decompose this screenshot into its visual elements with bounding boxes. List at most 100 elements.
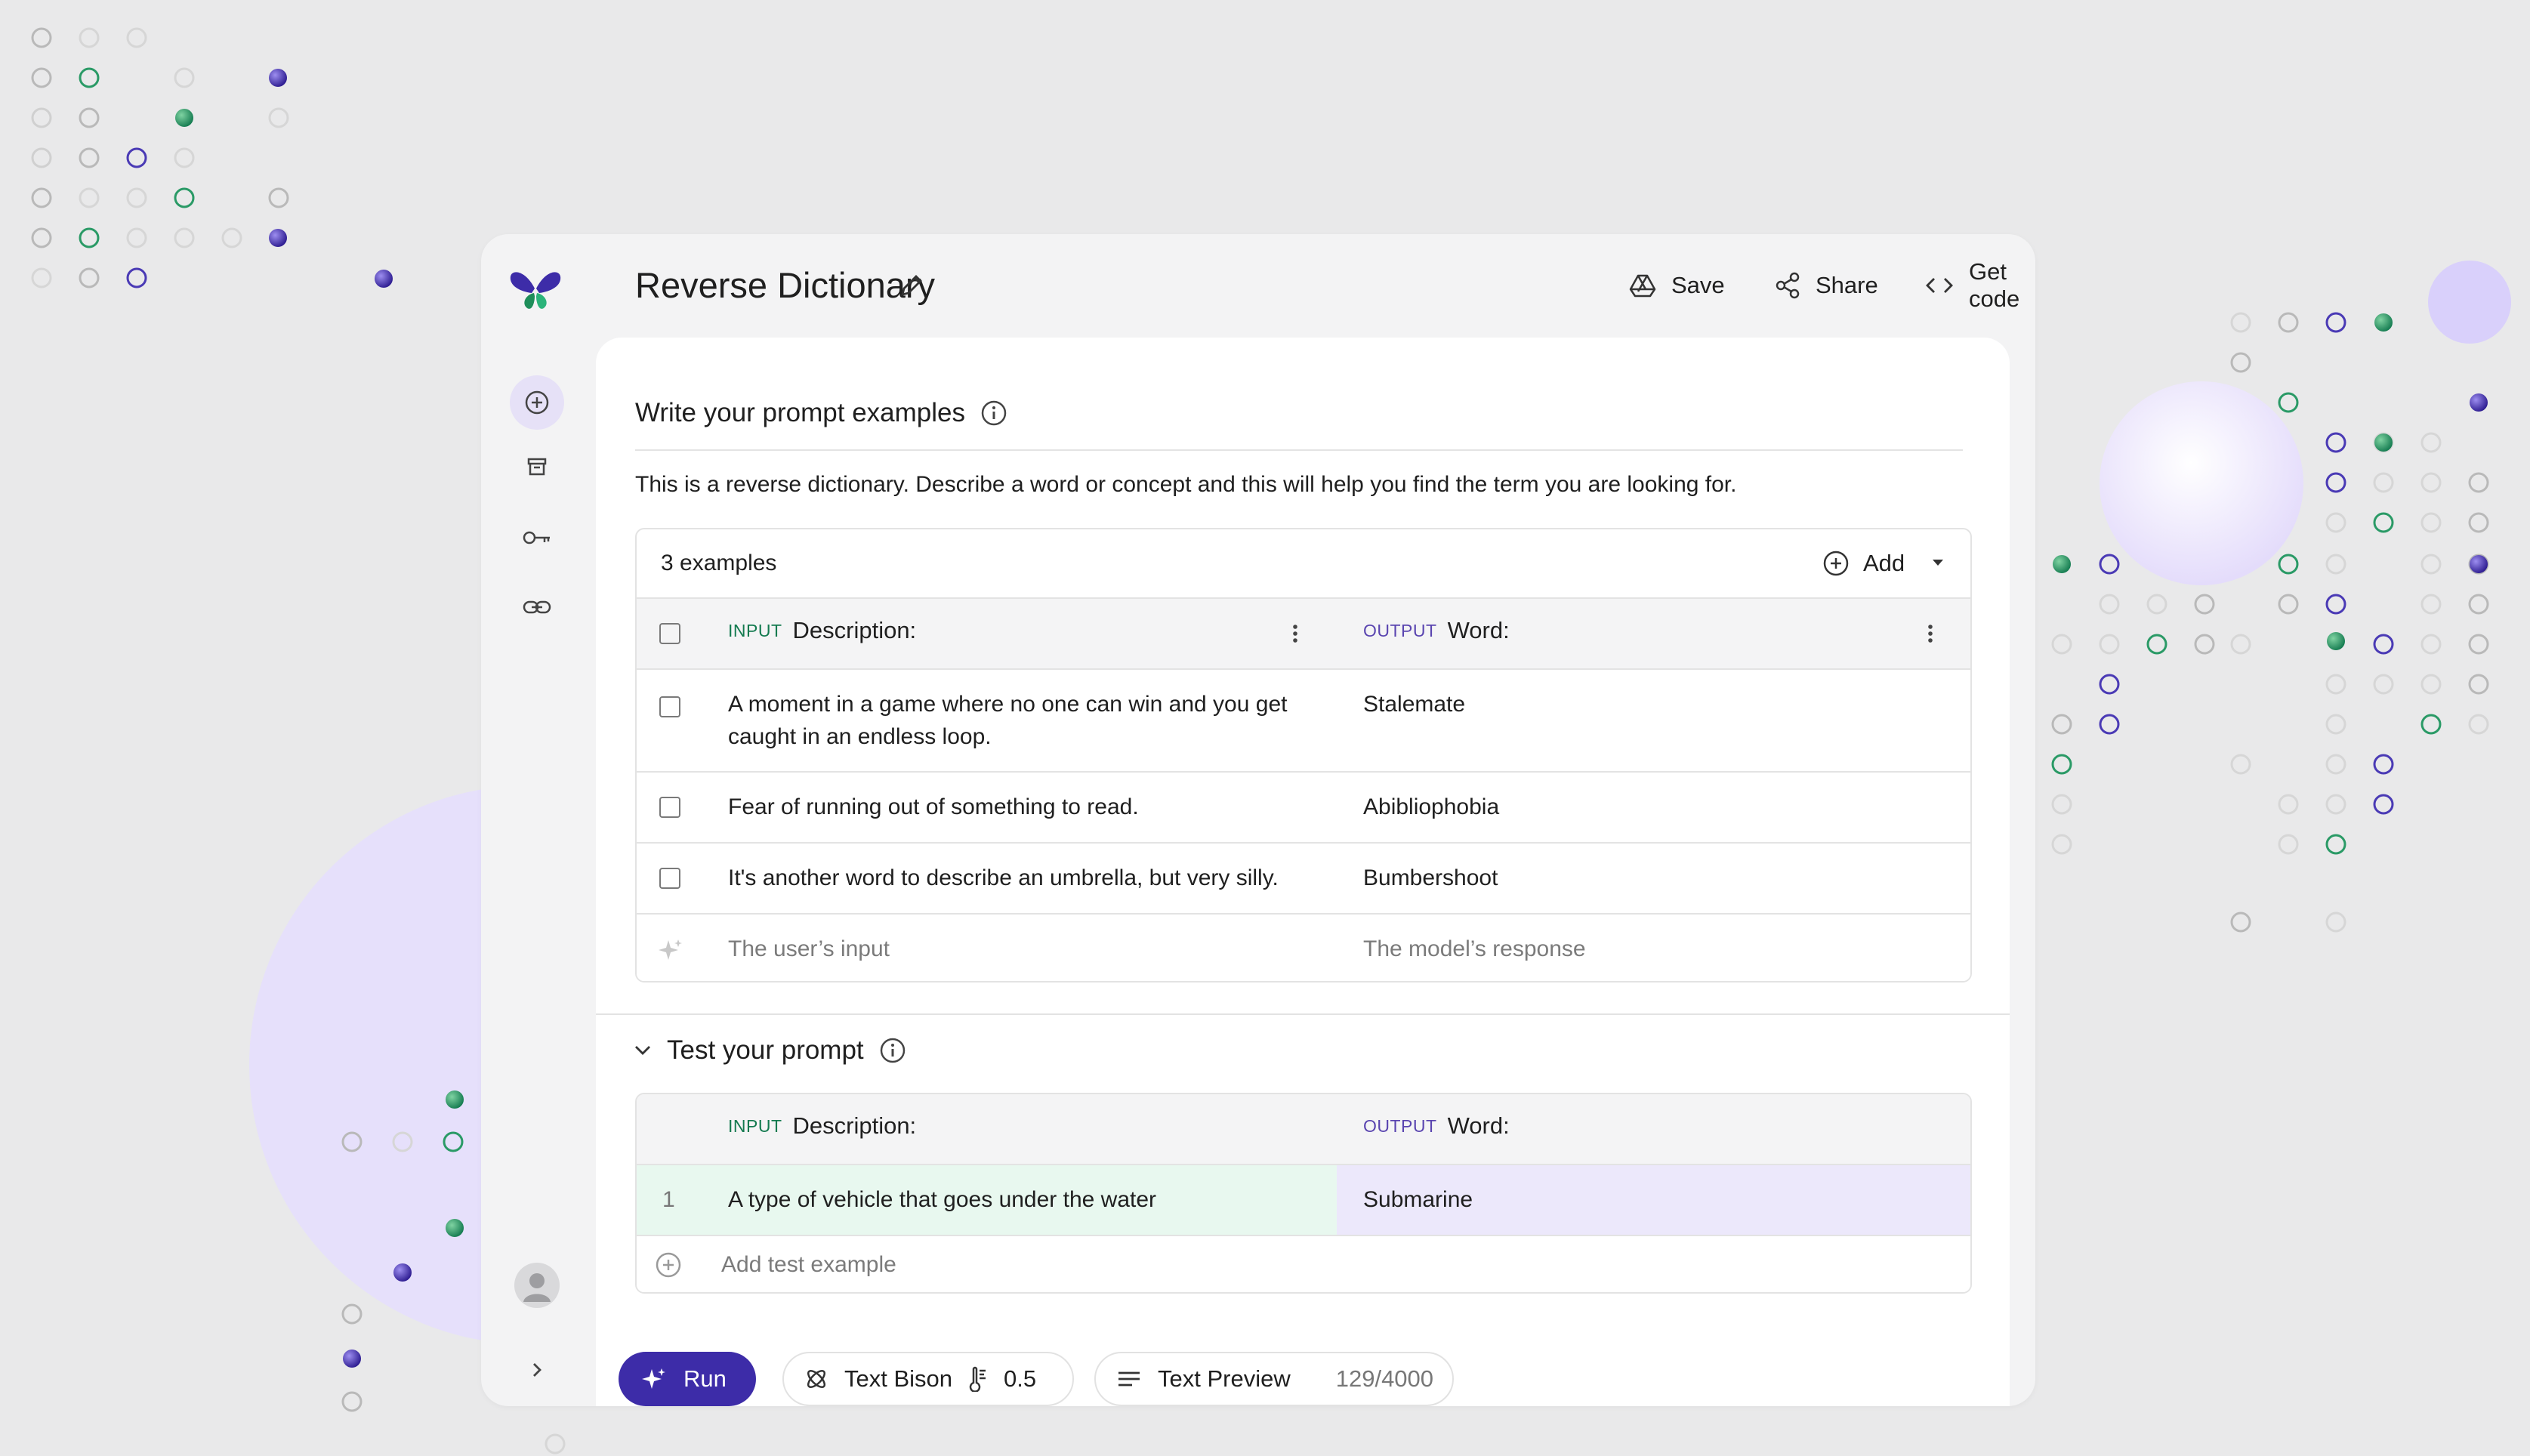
links-button[interactable] [510, 580, 564, 634]
example-input-cell[interactable]: A moment in a game where no one can win … [728, 688, 1302, 753]
more-vert-icon [1293, 625, 1297, 643]
output-column-menu-button[interactable] [1919, 618, 1942, 649]
edit-icon[interactable] [896, 270, 927, 301]
model-icon [807, 1369, 826, 1389]
run-label: Run [683, 1365, 727, 1392]
input-tag: INPUT [728, 1115, 782, 1136]
new-prompt-button[interactable] [510, 375, 564, 430]
save-button[interactable]: Save [1629, 264, 1725, 307]
test-output-cell[interactable]: Submarine [1363, 1183, 1473, 1216]
sparkle-icon [642, 1368, 665, 1389]
test-input-cell[interactable]: A type of vehicle that goes under the wa… [728, 1183, 1302, 1216]
example-input-cell[interactable]: Fear of running out of something to read… [728, 791, 1302, 823]
output-tag: OUTPUT [1363, 620, 1437, 640]
archive-icon [527, 458, 547, 476]
code-icon [1926, 278, 1953, 293]
section-divider [596, 1013, 2010, 1015]
section-divider [635, 449, 1963, 451]
token-count: 129/4000 [1335, 1365, 1434, 1392]
add-example-button[interactable]: Add [1822, 550, 1905, 577]
info-icon[interactable] [879, 1037, 906, 1064]
add-test-example-label: Add test example [721, 1252, 896, 1277]
add-circle-icon [656, 1252, 681, 1278]
output-header-label: Word: [1447, 1112, 1510, 1139]
examples-table: 3 examples Add INPUT Description: OUTPUT [635, 528, 1972, 982]
input-tag: INPUT [728, 620, 782, 640]
table-row[interactable]: It's another word to describe an umbrell… [637, 844, 1970, 915]
table-row[interactable]: A moment in a game where no one can win … [637, 670, 1970, 773]
bottom-action-bar: Run Text Bison 0.5 Text Preview 129/4000 [596, 1352, 2010, 1406]
run-button[interactable]: Run [619, 1352, 756, 1406]
test-output-column-header: OUTPUT Word: [1363, 1112, 1510, 1140]
text-preview-label: Text Preview [1158, 1365, 1291, 1392]
text-preview-button[interactable]: Text Preview 129/4000 [1094, 1352, 1454, 1406]
input-column-menu-button[interactable] [1284, 618, 1307, 649]
get-code-label: Get code [1969, 258, 2020, 312]
avatar[interactable] [514, 1263, 560, 1308]
thermometer-icon [969, 1366, 986, 1392]
row-checkbox[interactable] [659, 868, 680, 889]
temperature-value: 0.5 [1004, 1365, 1037, 1392]
test-section-header[interactable]: Test your prompt [634, 1035, 906, 1066]
row-checkbox[interactable] [659, 797, 680, 818]
more-vert-icon [1928, 625, 1933, 643]
examples-table-toolbar: 3 examples Add [637, 529, 1970, 599]
example-input-cell[interactable]: It's another word to describe an umbrell… [728, 862, 1302, 894]
output-header-label[interactable]: Word: [1448, 617, 1510, 644]
add-example-label: Add [1863, 550, 1905, 576]
test-table: INPUT Description: OUTPUT Word: 1 A type… [635, 1093, 1972, 1294]
test-row[interactable]: 1 A type of vehicle that goes under the … [637, 1165, 1970, 1236]
share-button[interactable]: Share [1775, 264, 1878, 307]
table-row[interactable]: Fear of running out of something to read… [637, 773, 1970, 844]
output-tag: OUTPUT [1363, 1115, 1437, 1136]
add-circle-icon [1823, 551, 1849, 576]
new-example-row[interactable]: The user’s input The model’s response [637, 915, 1970, 981]
api-key-button[interactable] [510, 511, 564, 565]
info-icon[interactable] [980, 399, 1007, 427]
example-output-cell[interactable]: Stalemate [1363, 688, 1465, 720]
link-icon [523, 600, 551, 614]
test-column-header: INPUT Description: OUTPUT Word: [637, 1094, 1970, 1165]
row-index: 1 [662, 1187, 675, 1212]
add-test-example-row[interactable]: Add test example [637, 1236, 1970, 1292]
chevron-down-icon [635, 1046, 650, 1055]
app-window: Reverse Dictionary Save Share Get code W… [481, 234, 2035, 1406]
prompt-editor-panel: Write your prompt examples This is a rev… [596, 338, 2010, 1406]
user-icon [523, 1273, 551, 1302]
save-label: Save [1671, 272, 1725, 298]
prompt-title: Reverse Dictionary [635, 265, 936, 305]
sparkle-icon [659, 939, 682, 960]
examples-column-header: INPUT Description: OUTPUT Word: [637, 599, 1970, 670]
input-header-label: Description: [792, 1112, 917, 1139]
model-name: Text Bison [844, 1365, 953, 1392]
text-lines-icon [1118, 1371, 1140, 1387]
chevron-right-icon [533, 1363, 541, 1377]
example-output-cell[interactable]: Abibliophobia [1363, 791, 1499, 823]
input-header-label[interactable]: Description: [793, 617, 917, 644]
sidebar [481, 234, 594, 1406]
input-placeholder[interactable]: The user’s input [728, 933, 1302, 965]
butterfly-logo-icon [510, 272, 561, 309]
output-placeholder[interactable]: The model’s response [1363, 933, 1586, 965]
examples-section-title: Write your prompt examples [635, 398, 966, 427]
add-dropdown-icon[interactable] [1931, 557, 1945, 568]
expand-sidebar-button[interactable] [519, 1352, 555, 1388]
add-circle-icon [525, 390, 549, 415]
drive-icon [1629, 274, 1656, 298]
model-settings-button[interactable]: Text Bison 0.5 [782, 1352, 1074, 1406]
test-input-column-header: INPUT Description: [728, 1112, 916, 1140]
library-button[interactable] [510, 440, 564, 494]
row-checkbox[interactable] [659, 696, 680, 717]
test-section-title: Test your prompt [667, 1035, 864, 1065]
select-all-checkbox[interactable] [659, 623, 680, 644]
example-output-cell[interactable]: Bumbershoot [1363, 862, 1498, 894]
share-icon [1776, 272, 1800, 299]
examples-section-header: Write your prompt examples [635, 398, 1007, 428]
prompt-description[interactable]: This is a reverse dictionary. Describe a… [635, 472, 1736, 498]
share-label: Share [1816, 272, 1878, 298]
examples-count: 3 examples [661, 551, 777, 575]
get-code-button[interactable]: Get code [1925, 258, 2035, 312]
output-column-header: OUTPUT Word: [1363, 617, 1510, 644]
key-icon [523, 531, 550, 544]
top-bar: Reverse Dictionary Save Share Get code [594, 234, 2035, 332]
